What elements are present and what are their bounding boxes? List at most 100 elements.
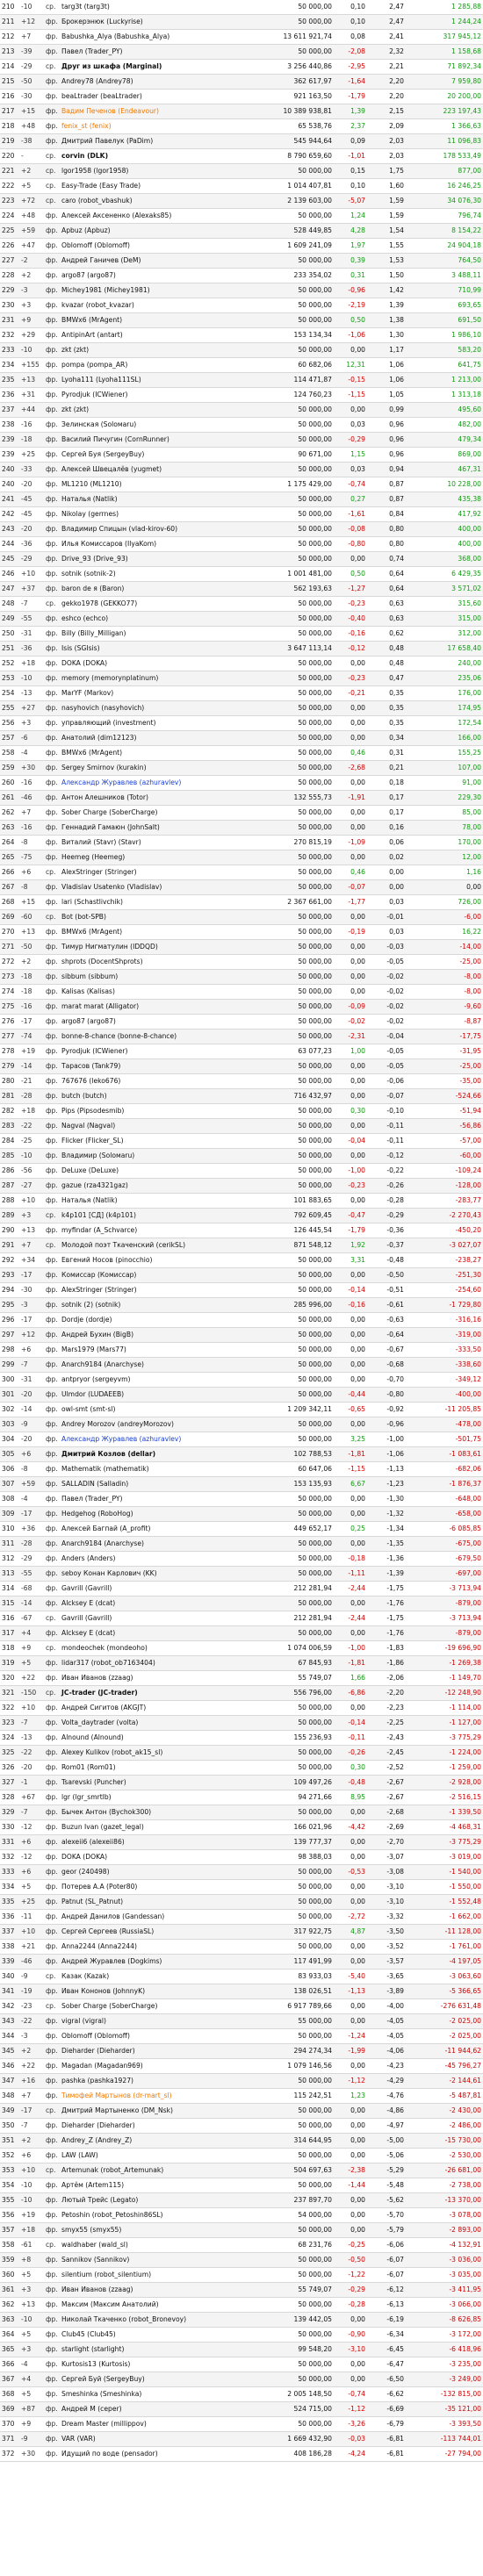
table-row[interactable]: 365 +3 фр. starlight (starlight) 99 548,20 -3… xyxy=(0,2342,483,2357)
table-row[interactable]: 239 +25 фр. Сергей Буя (SergeyBuy) 90 671,00… xyxy=(0,447,483,463)
cell-name[interactable]: pompa (pompa_AR) xyxy=(60,357,255,373)
table-row[interactable]: 236 +31 фр. Pyrodjuk (ICWiener) 124 760,23 -1… xyxy=(0,387,483,403)
table-row[interactable]: 249 -55 фр. eshco (echco) 50 000,00 -0,40 0,63… xyxy=(0,611,483,627)
table-row[interactable]: 334 +5 фр. Потерев А.А (Poter80) 50 000,00 0,… xyxy=(0,1879,483,1895)
cell-name[interactable]: Владимир Спицын (vlad-kirov-60) xyxy=(60,521,255,537)
cell-name[interactable]: kvazar (robot_kvazar) xyxy=(60,298,255,313)
table-row[interactable]: 271 -50 фр. Тимур Нигматулин (IDDQD) 50 000,… xyxy=(0,939,483,955)
cell-name[interactable]: smyx55 (smyx55) xyxy=(60,2222,255,2238)
cell-name[interactable]: Геннадий Гамаюн (JohnSalt) xyxy=(60,820,255,836)
table-row[interactable]: 294 -30 фр. AlexStringer (Stringer) 50 000,0… xyxy=(0,1282,483,1298)
cell-name[interactable]: Наталья (Natlik) xyxy=(60,1193,255,1209)
cell-name[interactable]: Александр Журавлев (azhuravlev) xyxy=(60,775,255,791)
table-row[interactable]: 224 +48 фр. Алексей Аксененко (Alexaks85) 50… xyxy=(0,208,483,224)
table-row[interactable]: 327 -1 фр. Tsarevski (Puncher) 109 497,26 -0,… xyxy=(0,1775,483,1790)
table-row[interactable]: 299 -7 фр. Anarch9184 (Anarchyse) 50 000,00 0… xyxy=(0,1357,483,1373)
table-row[interactable]: 275 -16 фр. marat marat (Alligator) 50 000,0… xyxy=(0,999,483,1015)
table-row[interactable]: 293 -17 фр. Комиссар (Комиссар) 50 000,00 0,0… xyxy=(0,1267,483,1283)
cell-name[interactable]: Евгений Носов (pinocchio) xyxy=(60,1252,255,1268)
table-row[interactable]: 215 -50 фр. Andrey78 (Andrey78) 362 617,97 -1… xyxy=(0,74,483,90)
cell-name[interactable]: Mars1979 (Mars77) xyxy=(60,1342,255,1358)
table-row[interactable]: 210 -10 ср. targ3t (targ3t) 50 000,00 0,10 2,4… xyxy=(0,0,483,15)
cell-name[interactable]: Dieharder (Dieharder) xyxy=(60,2043,255,2059)
cell-name[interactable]: Тимофей Мартынов (dr-mart_sl) xyxy=(60,2088,255,2104)
table-row[interactable]: 268 +15 фр. lari (Schastlivchik) 2 367 661,0… xyxy=(0,894,483,910)
table-row[interactable]: 237 +44 фр. zkt (zkt) 50 000,00 0,00 0,99 495,6… xyxy=(0,402,483,418)
cell-name[interactable]: Иван Кононов (JohnnyK) xyxy=(60,1984,255,1999)
cell-name[interactable]: Pips (Pipsodesmib) xyxy=(60,1103,255,1119)
cell-name[interactable]: geor (240498) xyxy=(60,1864,255,1880)
table-row[interactable]: 301 -20 фр. Ulmdor (LUDAEEB) 50 000,00 -0,44-… xyxy=(0,1387,483,1403)
table-row[interactable]: 254 -13 фр. MarYF (Markov) 50 000,00 -0,21 0,3… xyxy=(0,685,483,701)
cell-name[interactable]: Easy-Trade (Easy Trade) xyxy=(60,178,255,194)
cell-name[interactable]: mondeochek (mondeoho) xyxy=(60,1640,255,1656)
table-row[interactable]: 230 +3 фр. kvazar (robot_kvazar) 50 000,00 -2… xyxy=(0,298,483,313)
table-row[interactable]: 257 -6 фр. Анатолий (dim12123) 50 000,00 0,00… xyxy=(0,730,483,746)
cell-name[interactable]: Tsarevski (Puncher) xyxy=(60,1775,255,1790)
cell-name[interactable]: Andrey_Z (Andrey_Z) xyxy=(60,2133,255,2149)
table-row[interactable]: 308 -4 фр. Павел (Trader_PY) 50 000,00 0,00 -1… xyxy=(0,1491,483,1507)
table-row[interactable]: 349 -17 ср. Дмитрий Мартыненко (DM_Nsk) 50 0… xyxy=(0,2103,483,2119)
table-row[interactable]: 238 -16 фр. Зелинская (Soloмaru) 50 000,00 0,… xyxy=(0,417,483,433)
table-row[interactable]: 324 -13 фр. Alnound (Alnound) 155 236,93 -0,1… xyxy=(0,1730,483,1746)
table-row[interactable]: 331 +6 фр. alexeii6 (alexeii86) 139 777,37 0,… xyxy=(0,1834,483,1850)
table-row[interactable]: 351 +2 фр. Andrey_Z (Andrey_Z) 314 644,95 0,0… xyxy=(0,2133,483,2149)
table-row[interactable]: 335 +25 фр. Patnut (SL_Patnut) 50 000,00 0,00… xyxy=(0,1894,483,1910)
cell-name[interactable]: starlight (starlight) xyxy=(60,2342,255,2357)
cell-name[interactable]: Anna2244 (Anna2244) xyxy=(60,1939,255,1955)
cell-name[interactable]: Flicker (Flicker_SL) xyxy=(60,1133,255,1149)
cell-name[interactable]: zkt (zkt) xyxy=(60,342,255,358)
table-row[interactable]: 221 +2 ср. lgor1958 (lgor1958) 50 000,00 0,15… xyxy=(0,163,483,179)
table-row[interactable]: 320 +22 фр. Иван Иванов (zzaag) 55 749,07 1,6… xyxy=(0,1670,483,1686)
table-row[interactable]: 250 -31 фр. Billy (Billy_Milligan) 50 000,00… xyxy=(0,626,483,642)
cell-name[interactable]: Nagval (Nagval) xyxy=(60,1118,255,1134)
cell-name[interactable]: Patnut (SL_Patnut) xyxy=(60,1894,255,1910)
cell-name[interactable]: Lyoha111 (Lyoha111SL) xyxy=(60,372,255,388)
table-row[interactable]: 310 +36 фр. Алексей Багпай (A_profit) 449 65… xyxy=(0,1521,483,1537)
table-row[interactable]: 321 -150 ср. JC-trader (JC-trader) 556 796,0… xyxy=(0,1685,483,1701)
cell-name[interactable]: Andrey78 (Andrey78) xyxy=(60,74,255,90)
table-row[interactable]: 256 +3 фр. управляющий (investment) 50 000,0… xyxy=(0,715,483,731)
table-row[interactable]: 286 -56 фр. DeLuxe (DeLuxe) 50 000,00 -1,00 -0… xyxy=(0,1163,483,1179)
table-row[interactable]: 337 +10 фр. Сергей Сергеев (RussiaSL) 317 92… xyxy=(0,1924,483,1940)
cell-name[interactable]: butch (butch) xyxy=(60,1088,255,1104)
table-row[interactable]: 261 -46 фр. Антон Алешников (Totor) 132 555,… xyxy=(0,790,483,806)
table-row[interactable]: 220- ср. corvin (DLK) 8 790 659,60 -1,01 2,03… xyxy=(0,148,483,164)
table-row[interactable]: 246 +10 фр. sotnik (sotnik-2) 1 001 481,00 0,… xyxy=(0,566,483,582)
cell-name[interactable]: Gavrill (Gavrill) xyxy=(60,1611,255,1626)
table-row[interactable]: 248 -7 ср. gekko1978 (GEKKO77) 50 000,00 -0,2… xyxy=(0,596,483,612)
table-row[interactable]: 231 +9 фр. BMWx6 (MrAgent) 50 000,00 0,50 1,38… xyxy=(0,312,483,328)
table-row[interactable]: 258 -4 фр. BMWx6 (MrAgent) 50 000,00 0,46 0,31… xyxy=(0,745,483,761)
table-row[interactable]: 333 +6 фр. geor (240498) 50 000,00 -0,53 -3,08… xyxy=(0,1864,483,1880)
table-row[interactable]: 276 -17 фр. argo87 (argo87) 50 000,00 -0,02 -0… xyxy=(0,1014,483,1030)
cell-name[interactable]: AntipinArt (antart) xyxy=(60,327,255,343)
table-row[interactable]: 298 +6 фр. Mars1979 (Mars77) 50 000,00 0,00 -0… xyxy=(0,1342,483,1358)
cell-name[interactable]: lgr (lgr_smrtlb) xyxy=(60,1790,255,1805)
cell-name[interactable]: Вадим Печенов (Endeavour) xyxy=(60,104,255,119)
table-row[interactable]: 227 -2 фр. Андрей Ганичев (DeM) 50 000,00 0,3… xyxy=(0,253,483,269)
table-row[interactable]: 288 +10 фр. Наталья (Natlik) 101 883,65 0,00-… xyxy=(0,1193,483,1209)
table-row[interactable]: 356 +19 фр. Petoshin (robot_Petoshin86SL) 54… xyxy=(0,2207,483,2223)
cell-name[interactable]: Sannikov (Sannikov) xyxy=(60,2252,255,2268)
cell-name[interactable]: BMWx6 (MrAgent) xyxy=(60,924,255,940)
table-row[interactable]: 211 +12 фр. Брокерэнюк (Luckyrise) 50 000,00… xyxy=(0,14,483,30)
table-row[interactable]: 274 -18 фр. Kalisas (Kalisas) 50 000,00 0,00-… xyxy=(0,984,483,1000)
cell-name[interactable]: DeLuxe (DeLuxe) xyxy=(60,1163,255,1179)
table-row[interactable]: 244 -36 фр. Илья Комиссаров (IlyaKom) 50 000… xyxy=(0,536,483,552)
table-row[interactable]: 342 -23 ср. Sober Charge (SoberCharge) 6 917… xyxy=(0,1998,483,2014)
cell-name[interactable]: fenix_st (fenix) xyxy=(60,118,255,134)
cell-name[interactable]: caro (robot_vbashuk) xyxy=(60,193,255,209)
table-row[interactable]: 292 +34 фр. Евгений Носов (pinocchio) 50 000… xyxy=(0,1252,483,1268)
cell-name[interactable]: Молодой поэт Ткаченский (cerikSL) xyxy=(60,1238,255,1253)
cell-name[interactable]: lari (Schastlivchik) xyxy=(60,894,255,910)
cell-name[interactable]: Mathematik (mathematik) xyxy=(60,1461,255,1477)
cell-name[interactable]: memory (memorynplatinum) xyxy=(60,671,255,686)
table-row[interactable]: 213 -39 фр. Павел (Trader_PY) 50 000,00 -2,08… xyxy=(0,44,483,60)
cell-name[interactable]: lgor1958 (lgor1958) xyxy=(60,163,255,179)
cell-name[interactable]: AlexStringer (Stringer) xyxy=(60,1282,255,1298)
cell-name[interactable]: Дмитрий Павелук (PaDim) xyxy=(60,133,255,149)
cell-name[interactable]: Vladislav Usatenko (Vladislav) xyxy=(60,879,255,895)
cell-name[interactable]: VAR (VAR) xyxy=(60,2431,255,2447)
table-row[interactable]: 345 +2 фр. Dieharder (Dieharder) 294 274,34-… xyxy=(0,2043,483,2059)
table-row[interactable]: 347 +16 фр. pashka (pashka1927) 50 000,00 -1,… xyxy=(0,2073,483,2089)
